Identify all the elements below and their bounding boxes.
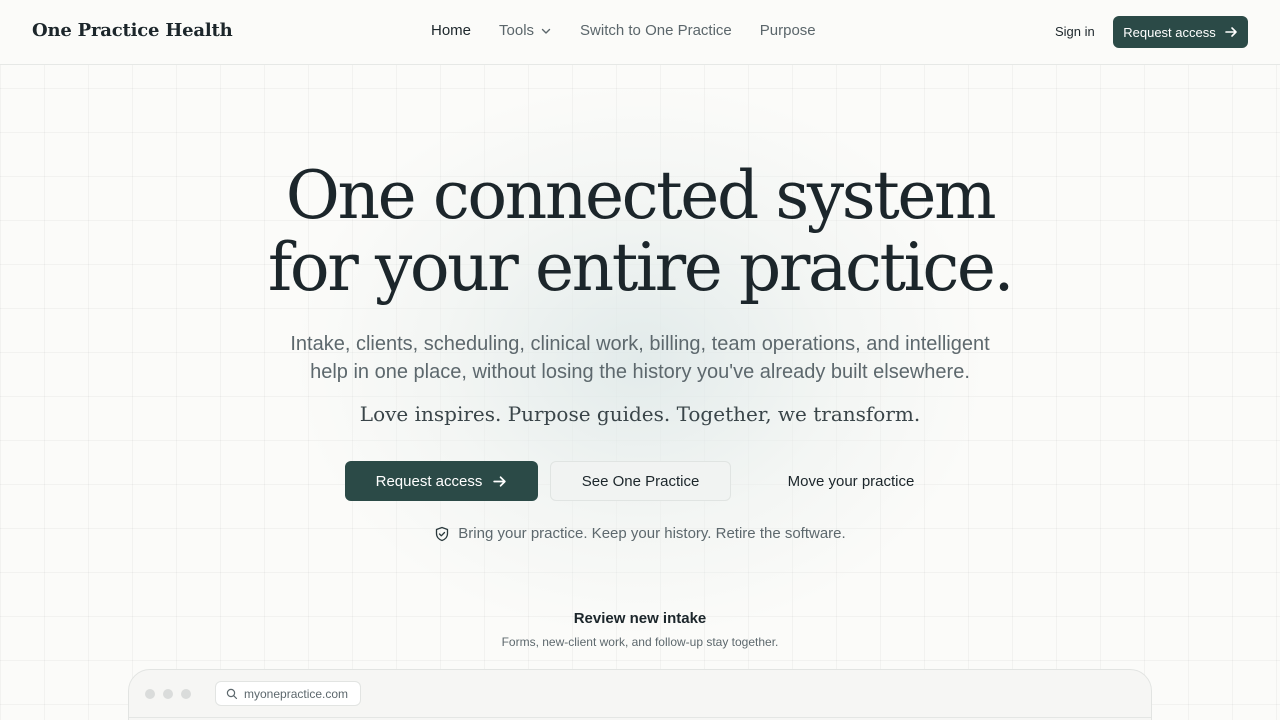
nav-home[interactable]: Home	[431, 22, 471, 39]
nav-switch-label: Switch to One Practice	[580, 22, 732, 39]
nav-switch[interactable]: Switch to One Practice	[580, 22, 732, 39]
hero-title-line1: One connected system	[285, 157, 997, 234]
hero-title: One connected system for your entire pra…	[0, 160, 1280, 304]
arrow-right-icon	[493, 475, 507, 487]
hero-title-line2: for your entire practice.	[267, 229, 1015, 306]
main-nav: Home Tools Switch to One Practice Purpos…	[431, 22, 844, 39]
nav-tools[interactable]: Tools	[499, 22, 552, 39]
arrow-right-icon	[1224, 27, 1237, 37]
header-request-access-label: Request access	[1123, 24, 1216, 40]
nav-home-label: Home	[431, 22, 472, 39]
window-dot	[181, 688, 191, 699]
site-header: One Practice Health Home Tools Switch to…	[0, 0, 1280, 65]
trust-line: Bring your practice. Keep your history. …	[0, 525, 1280, 542]
preview-title: Review new intake	[573, 610, 707, 627]
chevron-down-icon	[541, 28, 551, 34]
url-text: myonepractice.com	[244, 686, 349, 701]
hero-tagline: Love inspires. Purpose guides. Together,…	[359, 402, 921, 426]
browser-toolbar: myonepractice.com	[129, 670, 1151, 718]
hero-subtitle: Intake, clients, scheduling, clinical wo…	[240, 330, 1040, 386]
nav-purpose-label: Purpose	[759, 22, 816, 39]
move-practice-button[interactable]: Move your practice	[743, 461, 959, 501]
hero-subtitle-line2: help in one place, without losing the hi…	[310, 361, 970, 383]
see-one-practice-button[interactable]: See One Practice	[550, 461, 731, 501]
sign-in-link[interactable]: Sign in	[1055, 24, 1095, 39]
window-dot	[145, 688, 155, 699]
preview-subtitle: Forms, new-client work, and follow-up st…	[501, 635, 779, 649]
hero-cta-row: Request access See One Practice Move you…	[345, 461, 959, 501]
shield-check-icon	[436, 526, 449, 541]
nav-purpose[interactable]: Purpose	[760, 22, 816, 39]
brand-logo[interactable]: One Practice Health	[32, 20, 233, 41]
nav-tools-label: Tools	[499, 22, 535, 39]
search-icon	[226, 688, 238, 699]
header-request-access-button[interactable]: Request access	[1113, 16, 1248, 48]
window-dot	[163, 688, 173, 699]
url-bar[interactable]: myonepractice.com	[215, 681, 362, 706]
browser-preview: myonepractice.com	[128, 669, 1152, 720]
trust-text: Bring your practice. Keep your history. …	[458, 525, 846, 542]
request-access-label: Request access	[375, 472, 483, 490]
hero-subtitle-line1: Intake, clients, scheduling, clinical wo…	[290, 333, 990, 355]
request-access-button[interactable]: Request access	[345, 461, 538, 501]
